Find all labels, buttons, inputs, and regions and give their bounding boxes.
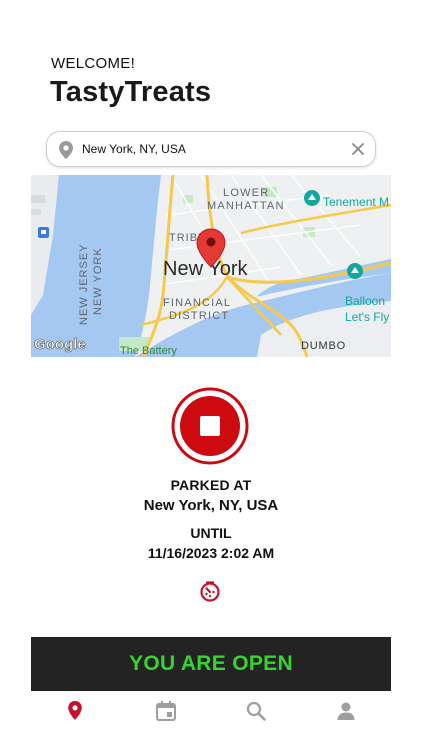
map-label-tenement: Tenement M	[323, 195, 389, 209]
location-pin-icon	[59, 141, 73, 159]
map-label-lets-fly: Let's Fly	[345, 310, 389, 324]
map-label-balloon: Balloon	[345, 294, 385, 308]
until-label: UNTIL	[190, 525, 232, 541]
map-label-manhattan: MANHATTAN	[207, 200, 285, 212]
tab-calendar-icon[interactable]	[153, 698, 179, 724]
google-logo: Google	[34, 336, 86, 353]
map-label-dumbo: DUMBO	[301, 340, 346, 352]
map-label-new-jersey: NEW JERSEY	[78, 243, 90, 325]
timer-icon[interactable]	[198, 579, 222, 603]
location-search-box[interactable]	[46, 131, 376, 167]
tab-person-icon[interactable]	[333, 698, 359, 724]
map-view[interactable]: LOWER MANHATTAN TRIBE FINANCIAL DISTRICT…	[31, 175, 391, 357]
brand-title: TastyTreats	[50, 76, 212, 108]
tab-search-icon[interactable]	[243, 698, 269, 724]
open-status-label: YOU ARE OPEN	[129, 652, 293, 675]
close-icon[interactable]	[351, 142, 365, 156]
welcome-label: WELCOME!	[51, 55, 136, 72]
stop-button[interactable]	[171, 387, 249, 465]
location-search-input[interactable]	[82, 138, 337, 160]
stop-icon	[171, 387, 249, 465]
open-status-banner[interactable]: YOU ARE OPEN	[31, 637, 391, 691]
map-label-lower: LOWER	[223, 187, 269, 199]
map-label-district: DISTRICT	[169, 310, 229, 322]
until-time: 11/16/2023 2:02 AM	[147, 545, 275, 561]
map-graphic: LOWER MANHATTAN TRIBE FINANCIAL DISTRICT…	[31, 175, 391, 357]
parked-at-label: PARKED AT	[170, 477, 252, 493]
map-label-new-york-state: NEW YORK	[92, 247, 104, 315]
parked-location: New York, NY, USA	[143, 497, 279, 514]
map-label-battery: The Battery	[120, 345, 177, 357]
map-label-financial: FINANCIAL	[163, 297, 231, 309]
tab-map-location-pin-icon[interactable]	[62, 698, 88, 724]
bottom-tab-bar	[0, 692, 422, 732]
